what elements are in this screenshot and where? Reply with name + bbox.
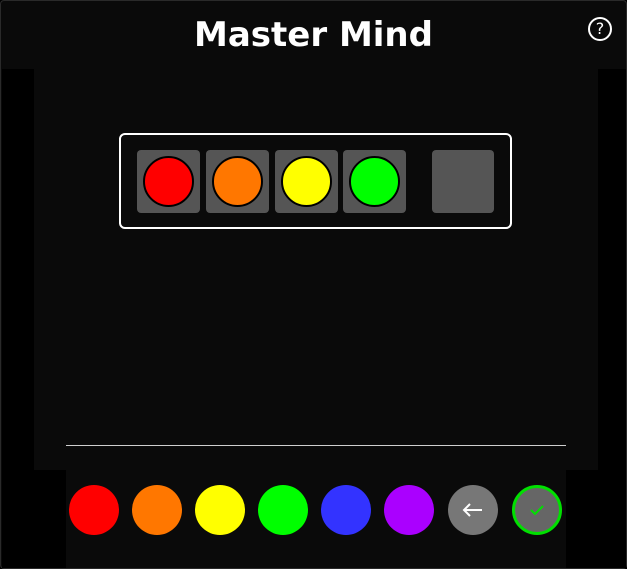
color-green-button[interactable] bbox=[258, 485, 308, 535]
feedback-box bbox=[432, 150, 494, 213]
current-guess-row bbox=[119, 133, 512, 229]
backspace-button[interactable] bbox=[448, 485, 498, 535]
guess-slot-1[interactable] bbox=[137, 150, 200, 213]
guess-peg-4 bbox=[349, 156, 400, 207]
page-title: Master Mind bbox=[194, 15, 433, 55]
guess-peg-2 bbox=[212, 156, 263, 207]
color-red-button[interactable] bbox=[69, 485, 119, 535]
guess-slot-2[interactable] bbox=[206, 150, 269, 213]
left-margin bbox=[2, 69, 34, 470]
game-board bbox=[34, 69, 598, 470]
bottom-right-margin bbox=[566, 470, 626, 568]
color-yellow-button[interactable] bbox=[195, 485, 245, 535]
guess-peg-3 bbox=[281, 156, 332, 207]
color-blue-button[interactable] bbox=[321, 485, 371, 535]
guess-peg-1 bbox=[143, 156, 194, 207]
right-margin bbox=[598, 69, 626, 470]
color-orange-button[interactable] bbox=[132, 485, 182, 535]
help-button[interactable]: ? bbox=[588, 17, 612, 41]
check-icon bbox=[530, 505, 544, 516]
game-window: Master Mind ? bbox=[0, 0, 627, 569]
guess-slot-4[interactable] bbox=[343, 150, 406, 213]
color-purple-button[interactable] bbox=[384, 485, 434, 535]
guess-slot-3[interactable] bbox=[275, 150, 338, 213]
arrow-left-icon bbox=[462, 503, 482, 517]
bottom-left-margin bbox=[2, 470, 66, 568]
divider bbox=[66, 445, 566, 446]
submit-guess-button[interactable] bbox=[512, 485, 562, 535]
color-palette bbox=[66, 471, 566, 568]
